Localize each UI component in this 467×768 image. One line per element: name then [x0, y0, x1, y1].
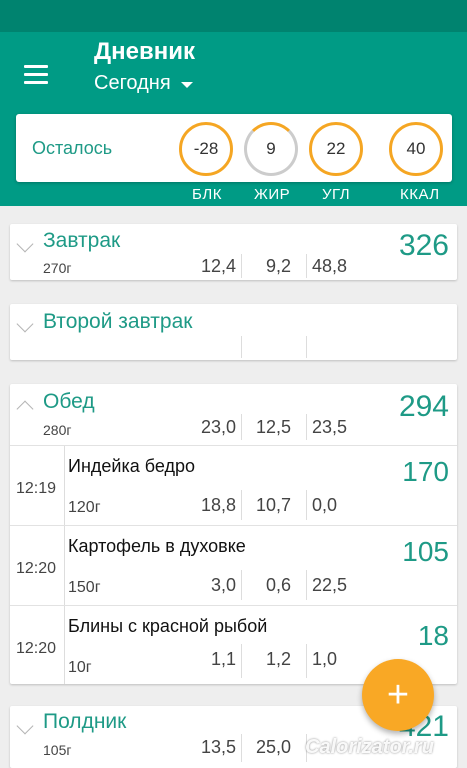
meal-protein: 12,4: [200, 256, 236, 276]
meal-weight: 280г: [43, 422, 72, 438]
food-weight: 150г: [68, 579, 101, 596]
kcal-ring: 40: [389, 122, 443, 176]
food-kcal: 18: [417, 620, 449, 651]
watermark: Calorizator.ru: [305, 736, 434, 758]
chevron-down-icon: [16, 315, 34, 333]
food-protein: 18,8: [200, 495, 236, 515]
page-title: Дневник: [94, 38, 195, 65]
fat-remaining: 9: [266, 139, 276, 158]
food-weight: 10г: [68, 659, 92, 676]
food-fat: 0,6: [265, 575, 291, 595]
meal-name: Второй завтрак: [43, 310, 193, 333]
hamburger-icon: [24, 64, 48, 68]
meal-kcal: 326: [398, 229, 449, 262]
food-name: Картофель в духовке: [68, 536, 246, 556]
food-fat: 1,2: [265, 649, 291, 669]
meal-name: Обед: [43, 390, 95, 413]
fat-label: ЖИР: [254, 186, 291, 203]
remaining-label: Осталось: [32, 138, 113, 158]
food-item[interactable]: 12:19 Индейка бедро 170 120г 18,8 10,7 0…: [10, 446, 457, 525]
kcal-label: ККАЛ: [400, 186, 440, 203]
food-kcal: 170: [402, 456, 449, 487]
meal-fat: 12,5: [255, 417, 291, 437]
food-carbs: 0,0: [312, 495, 338, 515]
meal-name: Полдник: [43, 710, 127, 733]
food-time: 12:20: [16, 560, 57, 577]
carbs-remaining: 22: [326, 139, 346, 158]
food-time: 12:20: [16, 640, 57, 657]
food-name: Блины с красной рыбой: [68, 616, 268, 636]
food-item[interactable]: 12:20 Картофель в духовке 105 150г 3,0 0…: [10, 526, 457, 605]
day-label: Сегодня: [94, 72, 171, 94]
meal-name: Завтрак: [43, 229, 121, 252]
food-protein: 3,0: [210, 575, 236, 595]
carbs-label: УГЛ: [322, 186, 351, 203]
food-name: Индейка бедро: [68, 456, 195, 476]
food-kcal: 105: [402, 536, 449, 567]
menu-button[interactable]: [14, 52, 58, 96]
food-carbs: 1,0: [312, 649, 338, 669]
kcal-remaining: 40: [406, 139, 426, 158]
remaining-summary-card: Осталось -28 9 22 40: [16, 114, 452, 182]
status-bar: [0, 0, 467, 32]
food-time: 12:19: [16, 480, 57, 497]
food-weight: 120г: [68, 499, 101, 516]
meal-card-second-breakfast[interactable]: Второй завтрак: [10, 304, 457, 360]
meal-card-breakfast[interactable]: Завтрак 326 270г 12,4 9,2 48,8: [10, 224, 457, 280]
chevron-down-icon: [16, 717, 34, 735]
meal-carbs: 23,5: [312, 417, 348, 437]
food-fat: 10,7: [255, 495, 291, 515]
meal-kcal: 294: [398, 390, 449, 423]
meal-weight: 270г: [43, 260, 72, 276]
carbs-ring: 22: [309, 122, 363, 176]
meal-weight: 105г: [43, 742, 72, 758]
protein-label: БЛК: [192, 186, 222, 203]
chevron-down-icon: [16, 235, 34, 253]
food-carbs: 22,5: [312, 575, 348, 595]
day-selector[interactable]: Сегодня: [94, 72, 193, 95]
plus-icon: +: [386, 673, 410, 716]
protein-remaining: -28: [193, 139, 219, 158]
add-food-button[interactable]: +: [362, 659, 434, 731]
chevron-up-icon: [16, 400, 34, 418]
food-protein: 1,1: [210, 649, 236, 669]
meal-fat: 25,0: [255, 737, 291, 757]
meal-protein: 13,5: [200, 737, 236, 757]
fat-ring: 9: [244, 122, 298, 176]
meal-carbs: 48,8: [312, 256, 348, 276]
protein-ring: -28: [179, 122, 233, 176]
meal-card-lunch[interactable]: Обед 294 280г 23,0 12,5 23,5 12:19 Индей…: [10, 384, 457, 684]
meal-fat: 9,2: [265, 256, 291, 276]
caret-down-icon: [180, 81, 193, 88]
meal-protein: 23,0: [200, 417, 236, 437]
